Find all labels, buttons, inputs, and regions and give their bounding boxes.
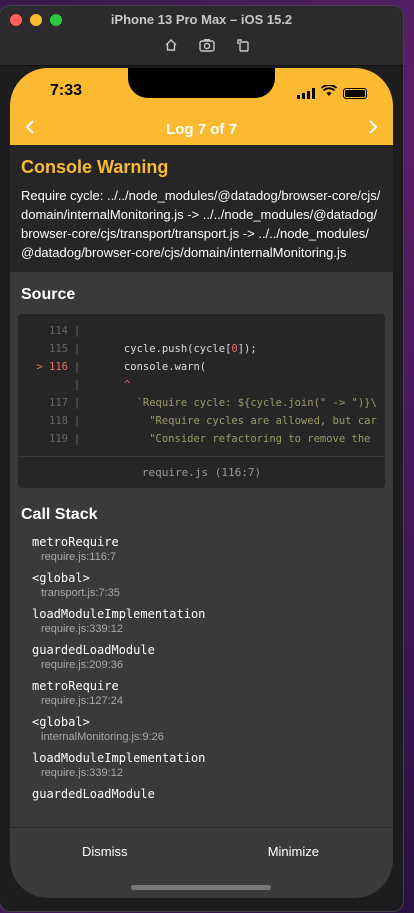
warning-title: Console Warning <box>21 157 169 177</box>
frame-location: internalMonitoring.js:9:26 <box>41 731 164 743</box>
battery-icon <box>343 87 367 99</box>
frame-function: guardedLoadModule <box>32 643 155 657</box>
code-text: console.warn( <box>86 361 207 373</box>
rotate-icon[interactable] <box>234 38 252 55</box>
warning-message: Require cycle: ../../node_modules/@datad… <box>21 188 381 260</box>
stack-frame[interactable]: loadModuleImplementation require.js:339:1… <box>32 750 393 780</box>
stack-frame[interactable]: guardedLoadModule <box>32 786 393 802</box>
stack-frame[interactable]: loadModuleImplementation require.js:339:1… <box>32 606 393 636</box>
code-line: 118 | "Require cycles are allowed, but ca… <box>18 412 385 430</box>
source-heading: Source <box>21 286 76 303</box>
frame-function: loadModuleImplementation <box>32 751 206 765</box>
signal-icon <box>297 87 315 99</box>
current-line-marker: > <box>36 361 43 373</box>
stack-frame[interactable]: metroRequire require.js:116:7 <box>32 534 393 564</box>
code-text: "Require cycles are allowed, but car <box>86 415 377 427</box>
line-number: 119 <box>49 433 68 445</box>
frame-location: require.js:339:12 <box>41 767 123 779</box>
status-time: 7:33 <box>50 82 83 99</box>
frame-function: <global> <box>32 715 90 729</box>
code-text: `Require cycle: ${cycle.join(" -> ")}\ <box>86 397 377 409</box>
stack-frame[interactable]: <global> transport.js:7:35 <box>32 570 393 600</box>
warning-block: Console Warning Require cycle: ../../nod… <box>10 145 393 272</box>
frame-location: require.js:127:24 <box>41 695 123 707</box>
simulator-window: iPhone 13 Pro Max – iOS 15.2 7:33 Log 7 … <box>0 6 403 911</box>
frame-location: transport.js:7:35 <box>41 587 120 599</box>
home-indicator[interactable] <box>131 885 271 890</box>
frame-function: metroRequire <box>32 535 119 549</box>
call-stack-list: metroRequire require.js:116:7 <global> tra… <box>10 534 393 802</box>
bottom-action-bar: Dismiss Minimize <box>10 827 393 898</box>
line-number: > 116 <box>36 361 68 373</box>
frame-function: <global> <box>32 571 90 585</box>
frame-location: require.js:339:12 <box>41 623 123 635</box>
dismiss-button[interactable]: Dismiss <box>82 844 128 859</box>
code-line: 114 | <box>18 322 385 340</box>
code-text: "Consider refactoring to remove the <box>86 433 371 445</box>
window-titlebar: iPhone 13 Pro Max – iOS 15.2 <box>0 6 403 66</box>
source-file-location[interactable]: require.js (116:7) <box>18 456 385 488</box>
code-listing: 114 | 115 | cycle.push(cycle[0]); > 116 | c… <box>18 314 385 456</box>
frame-function: loadModuleImplementation <box>32 607 206 621</box>
line-number: 117 <box>49 397 68 409</box>
minimize-button[interactable]: Minimize <box>268 844 319 859</box>
frame-function: metroRequire <box>32 679 119 693</box>
log-navbar: Log 7 of 7 <box>10 113 393 145</box>
status-bar: 7:33 <box>10 68 393 113</box>
notch <box>128 68 275 98</box>
window-toolbar <box>162 38 252 55</box>
status-icons <box>297 84 367 102</box>
window-title: iPhone 13 Pro Max – iOS 15.2 <box>110 12 293 27</box>
stack-frame[interactable]: <global> internalMonitoring.js:9:26 <box>32 714 393 744</box>
frame-location: require.js:116:7 <box>41 551 117 563</box>
chevron-right-icon[interactable] <box>367 115 379 141</box>
wifi-icon <box>320 84 338 102</box>
stack-frame[interactable]: guardedLoadModule require.js:209:36 <box>32 642 393 672</box>
code-line: | ^ <box>73 379 131 391</box>
stack-frame[interactable]: metroRequire require.js:127:24 <box>32 678 393 708</box>
chevron-left-icon[interactable] <box>24 115 36 141</box>
log-title: Log 7 of 7 <box>166 120 237 138</box>
call-stack-heading: Call Stack <box>21 506 98 523</box>
home-icon[interactable] <box>162 38 180 55</box>
line-number: 114 <box>49 325 68 337</box>
source-code-box: 114 | 115 | cycle.push(cycle[0]); > 116 | c… <box>18 314 385 488</box>
code-line: 119 | "Consider refactoring to remove the <box>18 430 385 448</box>
code-line: 117 | `Require cycle: ${cycle.join(" -> "… <box>18 394 385 412</box>
line-number: 118 <box>49 415 68 427</box>
code-line-highlighted: > 116 | console.warn( <box>18 358 385 376</box>
code-line: 115 | cycle.push(cycle[0]); <box>18 340 385 358</box>
frame-function: guardedLoadModule <box>32 787 155 801</box>
line-number: 115 <box>49 343 68 355</box>
error-caret: ^ <box>86 379 131 391</box>
log-content[interactable]: Console Warning Require cycle: ../../nod… <box>10 145 393 827</box>
phone-screen: 7:33 Log 7 of 7 Console Warning Require … <box>10 68 393 898</box>
frame-location: require.js:209:36 <box>41 659 123 671</box>
screenshot-icon[interactable] <box>198 38 216 55</box>
code-text: cycle.push(cycle[0]); <box>86 343 257 355</box>
